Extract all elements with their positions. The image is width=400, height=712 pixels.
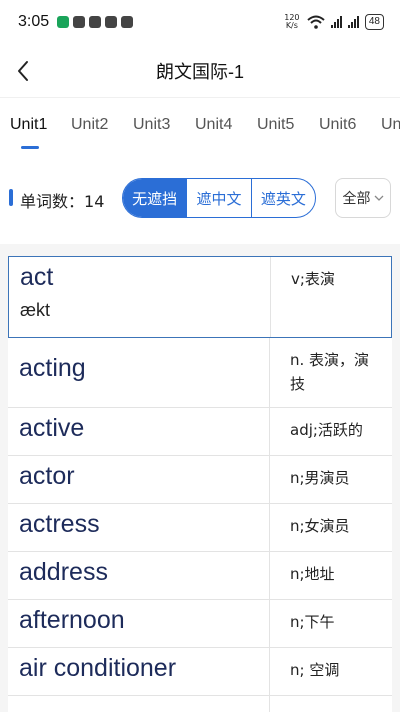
mask-mode-selector: 无遮挡 遮中文 遮英文 <box>122 178 316 218</box>
word-count-label: 单词数： <box>20 192 85 211</box>
word-chinese: n;下午 <box>290 613 335 631</box>
word-row[interactable]: address n;地址 <box>8 552 392 600</box>
word-english-cell: air conditioner <box>8 648 270 695</box>
word-row[interactable]: afternoon n;下午 <box>8 600 392 648</box>
word-chinese: n;男演员 <box>290 469 350 487</box>
word-english-cell: address <box>8 552 270 599</box>
tab-unit4[interactable]: Unit4 <box>195 116 232 134</box>
word-english-cell <box>8 696 270 712</box>
page-title: 朗文国际-1 <box>155 61 244 82</box>
chevron-down-icon <box>374 195 383 201</box>
word-chinese: adj;活跃的 <box>290 421 363 439</box>
word-english: act <box>20 263 54 291</box>
word-chinese: n. 表演，演技 <box>290 351 370 393</box>
app-notification-icon <box>57 16 70 28</box>
network-speed: 120 K/s <box>283 14 301 30</box>
word-english-cell: acting <box>8 338 270 407</box>
mode-hide-english-button[interactable]: 遮英文 <box>250 179 315 217</box>
filter-dropdown[interactable]: 全部 <box>335 178 391 218</box>
filter-label: 全部 <box>342 191 371 207</box>
word-count: 单词数：14 <box>20 188 104 212</box>
battery-icon: 48 <box>364 14 384 30</box>
tab-unit6[interactable]: Unit6 <box>319 116 356 134</box>
word-chinese: v;表演 <box>291 270 335 288</box>
network-speed-unit: K/s <box>285 21 298 30</box>
word-english-cell: afternoon <box>8 600 270 647</box>
word-chinese: n;女演员 <box>290 517 350 535</box>
count-marker <box>9 189 13 206</box>
word-row[interactable] <box>8 696 392 712</box>
word-row[interactable]: act ækt v;表演 <box>8 256 392 338</box>
word-english: actor <box>19 462 75 490</box>
word-english-cell: active <box>8 408 270 455</box>
word-chinese: n; 空调 <box>290 661 340 679</box>
wifi-icon <box>307 15 325 29</box>
alarm-icon <box>89 16 102 28</box>
signal-icon-2 <box>347 16 359 28</box>
mode-no-mask-button[interactable]: 无遮挡 <box>123 179 187 217</box>
word-chinese <box>270 696 392 712</box>
chevron-left-icon <box>18 61 28 81</box>
word-count-value: 14 <box>84 192 105 211</box>
header: 朗文国际-1 <box>0 44 400 98</box>
word-list: act ækt v;表演 acting n. 表演，演技 active adj;… <box>8 256 392 712</box>
n-notification-icon <box>73 16 86 28</box>
word-english: acting <box>19 354 86 382</box>
word-english: address <box>19 558 108 586</box>
word-row[interactable]: air conditioner n; 空调 <box>8 648 392 696</box>
no-sim-icon <box>121 16 134 28</box>
word-row[interactable]: actor n;男演员 <box>8 456 392 504</box>
word-english-cell: actress <box>8 504 270 551</box>
status-time: 3:05 <box>18 13 50 30</box>
tab-indicator <box>21 146 39 149</box>
word-english-cell: actor <box>8 456 270 503</box>
word-row[interactable]: actress n;女演员 <box>8 504 392 552</box>
word-english: active <box>19 414 85 442</box>
mode-hide-chinese-button[interactable]: 遮中文 <box>186 179 250 217</box>
back-button[interactable] <box>8 52 38 90</box>
word-english: afternoon <box>19 606 125 634</box>
vibrate-icon <box>105 16 118 28</box>
word-row[interactable]: acting n. 表演，演技 <box>8 338 392 408</box>
word-english-cell: act ækt <box>9 257 271 337</box>
unit-tabs: Unit1 Unit2 Unit3 Unit4 Unit5 Unit6 Un <box>0 98 400 158</box>
toolbar: 单词数：14 无遮挡 遮中文 遮英文 全部 <box>0 170 400 228</box>
signal-icon <box>330 16 342 28</box>
tab-unit2[interactable]: Unit2 <box>71 116 108 134</box>
notification-icons <box>57 16 134 28</box>
tab-unit3[interactable]: Unit3 <box>133 116 170 134</box>
word-row[interactable]: active adj;活跃的 <box>8 408 392 456</box>
status-right: 120 K/s 48 <box>283 14 384 30</box>
word-english: air conditioner <box>19 654 177 682</box>
tab-unit1[interactable]: Unit1 <box>10 116 47 134</box>
status-bar: 3:05 120 K/s 48 <box>0 0 400 44</box>
word-phonetic: ækt <box>20 300 51 320</box>
tab-unit7[interactable]: Un <box>381 116 400 134</box>
word-chinese: n;地址 <box>290 565 335 583</box>
word-english: actress <box>19 510 100 538</box>
tab-unit5[interactable]: Unit5 <box>257 116 294 134</box>
